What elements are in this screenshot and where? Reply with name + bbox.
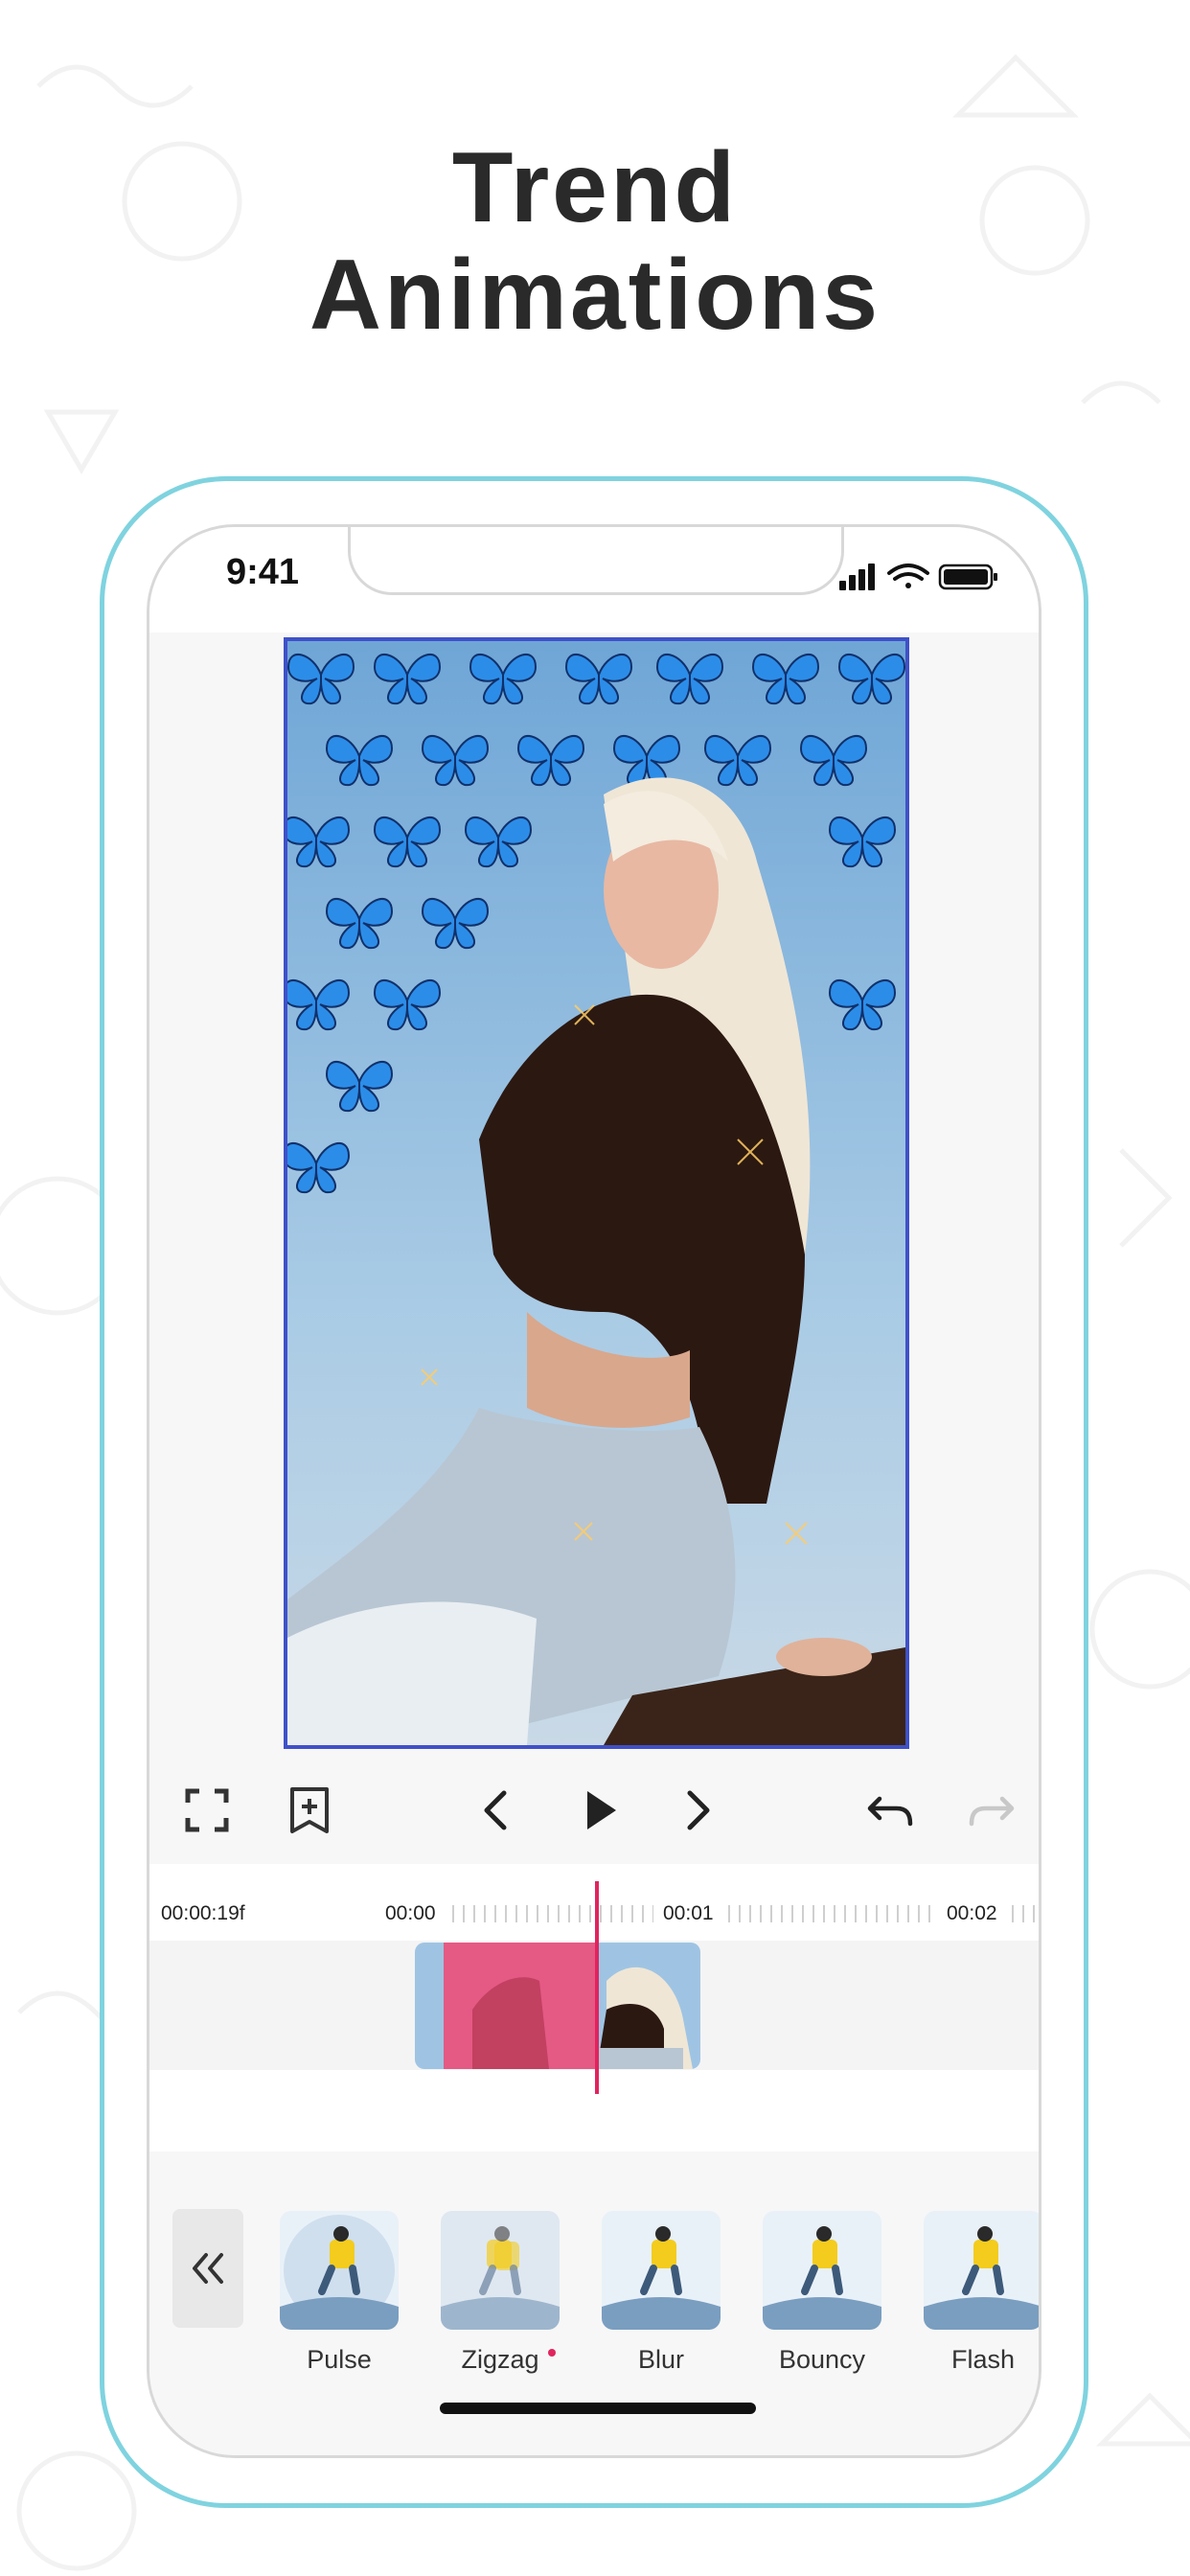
animation-label: Flash [950,2345,1016,2374]
animation-item-zigzag[interactable]: Zigzag [441,2211,560,2375]
animation-label: Pulse [307,2345,372,2374]
redo-icon[interactable] [962,1780,1023,1841]
animation-thumbnail [763,2211,881,2330]
animation-item-flash[interactable]: Flash [924,2211,1039,2375]
collapse-button[interactable] [172,2209,243,2328]
video-clip[interactable] [415,1943,700,2069]
animation-thumbnail [280,2211,399,2330]
undo-icon[interactable] [858,1780,920,1841]
playhead[interactable] [595,1881,599,2094]
status-bar: 9:41 [149,527,1039,632]
video-preview[interactable] [284,637,909,1749]
new-indicator-dot [548,2349,556,2357]
preview-image [287,641,905,1745]
editor-toolbar [149,1759,1039,1864]
battery-icon [938,564,997,590]
time-mark-2: 00:02 [947,1902,997,1924]
animation-item-blur[interactable]: Blur [602,2211,721,2375]
time-mark-0: 00:00 [385,1902,436,1924]
previous-icon[interactable] [466,1780,527,1841]
animation-thumbnail [602,2211,721,2330]
status-time: 9:41 [226,552,300,592]
tick-marks [1012,1905,1039,1922]
animation-thumbnail [441,2211,560,2330]
next-icon[interactable] [667,1780,728,1841]
animation-label: Blur [637,2345,684,2374]
current-time: 00:00:19f [161,1902,245,1924]
headline-line-1: Trend [451,132,739,243]
video-preview-area [149,632,1039,1778]
animation-thumbnail [924,2211,1039,2330]
signal-icon [839,564,875,590]
home-indicator[interactable] [440,2403,756,2414]
notch [348,527,844,595]
animation-item-bouncy[interactable]: Bouncy [763,2211,881,2375]
page-headline: Trend Animations [0,134,1190,349]
headline-line-2: Animations [309,240,881,351]
play-icon[interactable] [568,1780,629,1841]
add-bookmark-icon[interactable] [279,1780,340,1841]
fullscreen-icon[interactable] [176,1780,238,1841]
tick-marks [452,1905,653,1922]
animation-label: Zigzag [441,2345,560,2375]
wifi-icon [887,564,929,588]
clip-thumbnails [415,1943,700,2069]
animation-item-pulse[interactable]: Pulse [280,2211,399,2375]
time-mark-1: 00:01 [663,1902,714,1924]
phone-screen: 9:41 00:00:19f 00:00 00:01 00:02 Pulse Z… [147,524,1041,2458]
status-icons [839,564,997,590]
double-chevron-left-icon [193,2253,223,2284]
tick-marks [728,1905,939,1922]
timeline[interactable]: 00:00:19f 00:00 00:01 00:02 [149,1864,1039,2161]
animation-label: Bouncy [778,2345,866,2374]
